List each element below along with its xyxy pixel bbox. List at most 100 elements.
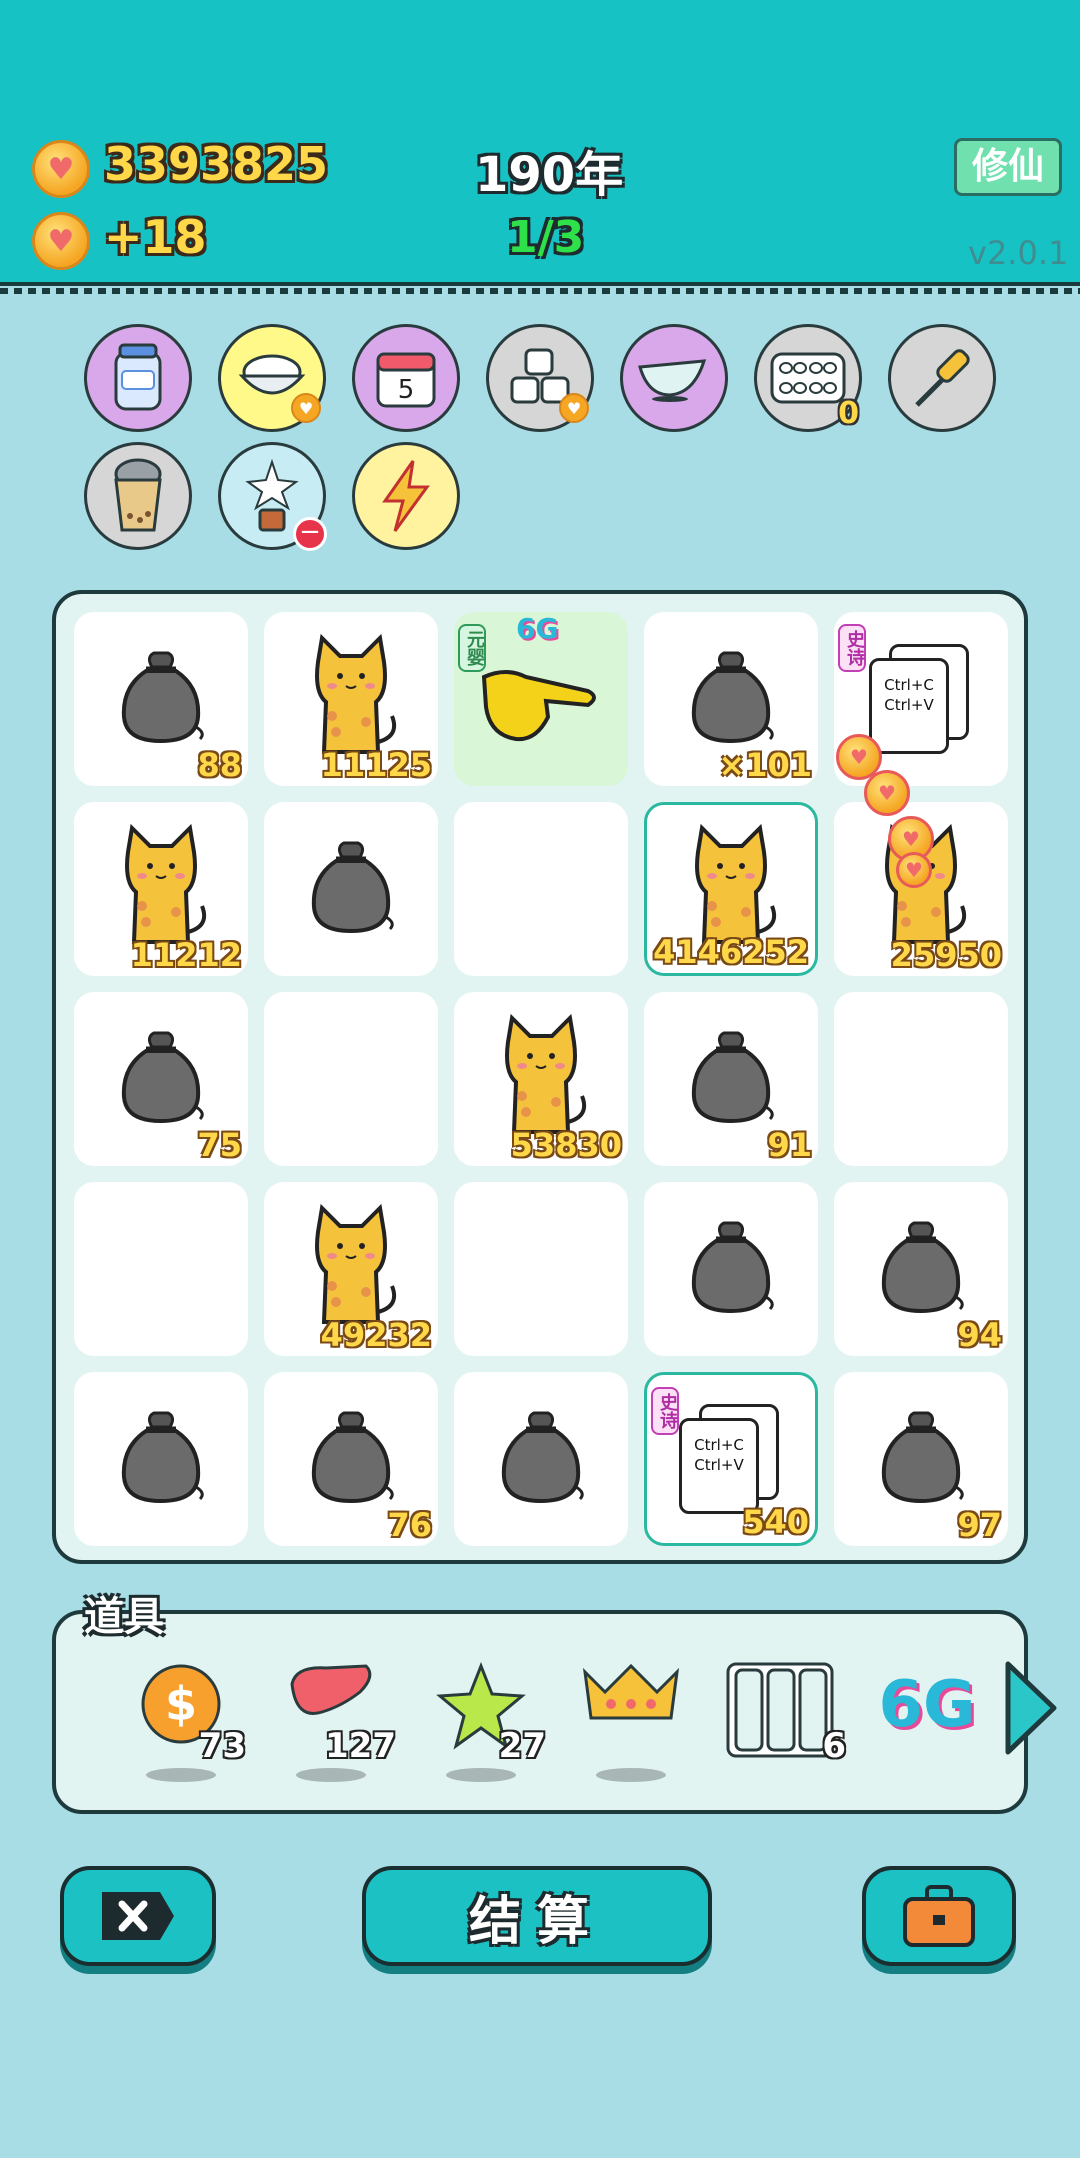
trash-bag-icon <box>306 837 396 941</box>
cell-value: ×101 <box>718 746 812 784</box>
year-counter: 190年 <box>475 147 624 203</box>
cell-value: 97 <box>957 1506 1002 1544</box>
coin-income: +18 <box>104 210 207 264</box>
cell-value: 25950 <box>890 936 1002 974</box>
board-cell[interactable]: 94 <box>834 1182 1008 1356</box>
xiuxian-button[interactable]: 修仙 <box>954 138 1062 196</box>
gravy-boat-icon[interactable] <box>620 324 728 432</box>
floating-coin-icon: ♥ <box>896 852 932 888</box>
trash-bag-icon <box>496 1407 586 1511</box>
item-shadow <box>296 1768 366 1782</box>
items-panel: $ 73 127 27 6 6G <box>52 1610 1028 1814</box>
copy-paste-card-icon: Ctrl+C Ctrl+V <box>869 644 973 754</box>
next-arrow-icon[interactable] <box>1000 1658 1060 1758</box>
items-title: 道具 <box>84 1594 164 1640</box>
sugar-cubes-icon[interactable]: ♥ <box>486 324 594 432</box>
item-qty: 73 <box>198 1726 246 1766</box>
6g-icon[interactable]: 6G <box>862 1662 992 1782</box>
board-cell[interactable] <box>644 1182 818 1356</box>
rarity-tag: 史诗 <box>651 1387 679 1435</box>
panels-icon[interactable]: 6 <box>716 1662 846 1782</box>
cell-value: 88 <box>197 746 242 784</box>
item-qty: 6 <box>822 1726 846 1766</box>
calendar-icon[interactable]: 5 <box>352 324 460 432</box>
board-cell[interactable]: 49232 <box>264 1182 438 1356</box>
game-board: 88 11125 元婴 6G ×101 Ctrl+C Ctrl+V 史诗 11212 414625… <box>52 590 1028 1564</box>
cell-value: 4146252 <box>653 933 809 971</box>
board-cell[interactable]: 元婴 6G <box>454 612 628 786</box>
paste-text: Ctrl+V <box>694 1456 744 1474</box>
minus-badge-icon: − <box>293 517 327 551</box>
board-cell[interactable] <box>264 802 438 976</box>
board-cell[interactable] <box>834 992 1008 1166</box>
bubble-tea-icon[interactable] <box>84 442 192 550</box>
copy-paste-card-icon: Ctrl+C Ctrl+V <box>679 1404 783 1514</box>
liver-icon[interactable]: 127 <box>266 1662 396 1782</box>
heart-badge-icon: ♥ <box>291 393 321 423</box>
trash-bag-icon <box>876 1407 966 1511</box>
board-cell[interactable]: 11212 <box>74 802 248 976</box>
rarity-tag: 史诗 <box>838 624 866 672</box>
egg-tray-count: 0 <box>838 396 859 431</box>
coin-icon: ♥ <box>32 140 90 198</box>
board-cell[interactable]: 11125 <box>264 612 438 786</box>
board-cell[interactable]: ×101 <box>644 612 818 786</box>
trash-bag-icon <box>686 1217 776 1321</box>
version-label: v2.0.1 <box>968 234 1069 272</box>
screwdriver-icon[interactable] <box>888 324 996 432</box>
item-qty: 127 <box>325 1726 396 1766</box>
trash-bag-icon <box>686 647 776 751</box>
turn-counter: 1/3 <box>507 212 585 263</box>
settle-button[interactable]: 结算 <box>362 1866 712 1966</box>
board-cell[interactable] <box>264 992 438 1166</box>
rarity-tag: 元婴 <box>458 624 486 672</box>
board-cell[interactable]: 97 <box>834 1372 1008 1546</box>
cell-value: 91 <box>767 1126 812 1164</box>
cell-value: 76 <box>387 1506 432 1544</box>
board-cell[interactable] <box>454 1182 628 1356</box>
board-cell[interactable]: 76 <box>264 1372 438 1546</box>
board-cell[interactable]: 75 <box>74 992 248 1166</box>
cell-value: 49232 <box>320 1316 432 1354</box>
close-icon <box>102 1892 174 1940</box>
cell-value: 11125 <box>320 746 432 784</box>
jar-icon[interactable] <box>84 324 192 432</box>
star-icon[interactable]: 27 <box>416 1662 546 1782</box>
item-shadow <box>596 1768 666 1782</box>
lily-plant-icon[interactable]: − <box>218 442 327 551</box>
pointing-hand-icon <box>476 647 606 751</box>
income-coin-icon: ♥ <box>32 212 90 270</box>
board-cell[interactable]: 91 <box>644 992 818 1166</box>
top-bar: ♥ 3393825 ♥ +18 190年 1/3 修仙 v2.0.1 <box>0 0 1080 294</box>
board-cell[interactable] <box>74 1372 248 1546</box>
coin-total: 3393825 <box>104 137 329 191</box>
board-cell[interactable]: 88 <box>74 612 248 786</box>
crown-icon[interactable] <box>566 1662 696 1782</box>
copy-text: Ctrl+C <box>884 676 934 694</box>
lightning-icon[interactable] <box>352 442 460 550</box>
board-cell[interactable] <box>74 1182 248 1356</box>
trash-bag-icon <box>116 1407 206 1511</box>
paste-text: Ctrl+V <box>884 696 934 714</box>
calendar-day-text: 5 <box>398 375 415 405</box>
item-shadow <box>146 1768 216 1782</box>
board-cell[interactable] <box>454 802 628 976</box>
board-cell[interactable]: 4146252 <box>644 802 818 976</box>
board-cell[interactable]: 53830 <box>454 992 628 1166</box>
cell-value: 53830 <box>510 1126 622 1164</box>
exit-button[interactable] <box>60 1866 216 1966</box>
dollar-coin-icon[interactable]: $ 73 <box>116 1662 246 1782</box>
egg-tray-icon[interactable]: 0 <box>754 324 862 432</box>
item-qty: 27 <box>498 1726 546 1766</box>
rice-bowl-icon[interactable]: ♥ <box>218 324 326 432</box>
settle-button-label: 结算 <box>468 1891 605 1952</box>
briefcase-button[interactable] <box>862 1866 1016 1966</box>
cell-value: 11212 <box>130 936 242 974</box>
board-cell[interactable]: Ctrl+C Ctrl+V 史诗 540 <box>644 1372 818 1546</box>
cell-value: 540 <box>742 1503 809 1541</box>
heart-badge-icon: ♥ <box>559 393 589 423</box>
board-cell[interactable] <box>454 1372 628 1546</box>
trash-bag-icon <box>116 1027 206 1131</box>
trash-bag-icon <box>116 647 206 751</box>
copy-text: Ctrl+C <box>694 1436 744 1454</box>
